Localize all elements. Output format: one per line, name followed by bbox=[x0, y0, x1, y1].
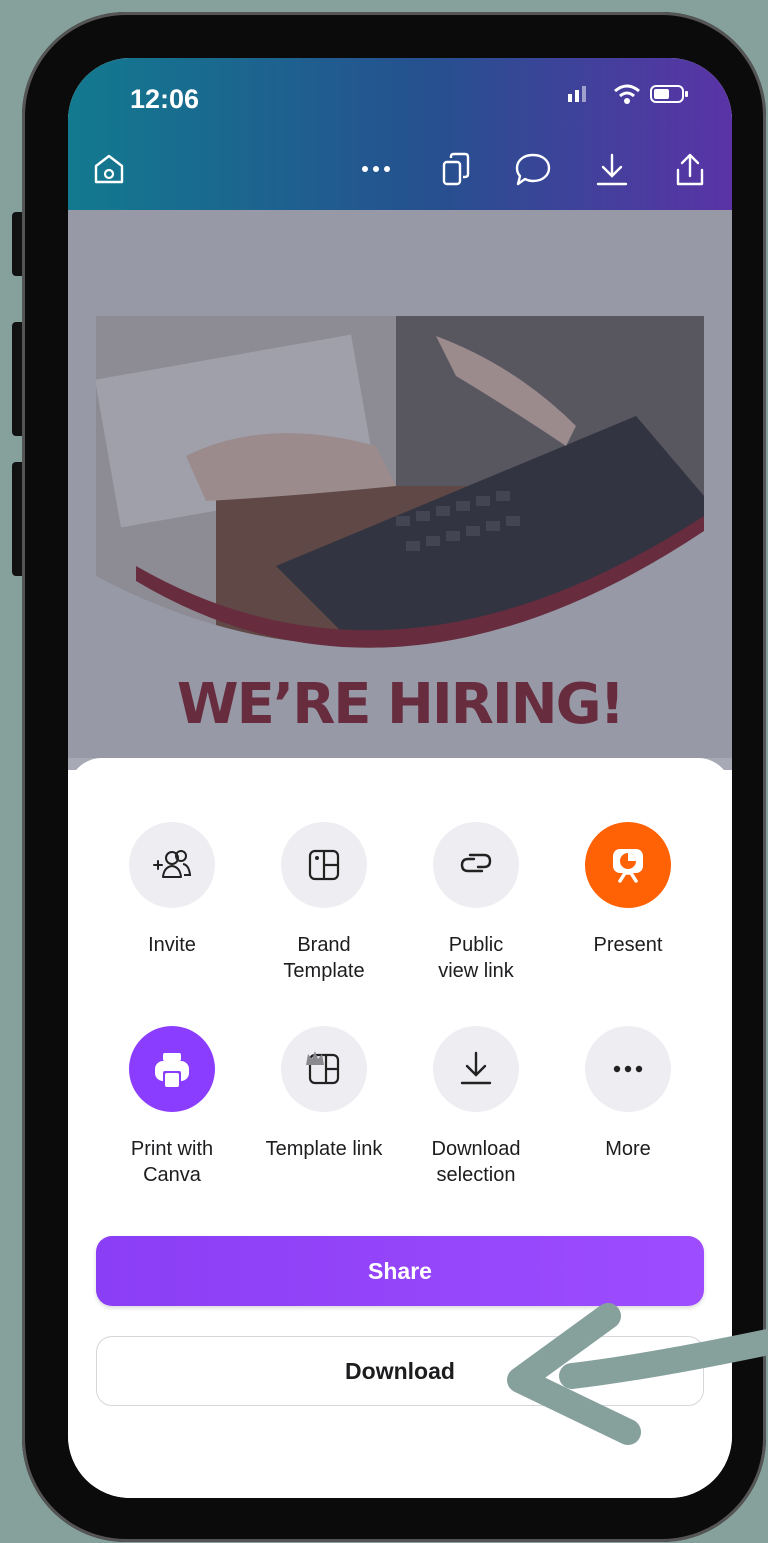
brand-template-label: Brand Template bbox=[283, 934, 365, 982]
present-icon bbox=[613, 849, 643, 883]
share-sheet: Invite Brand Template Public view link P… bbox=[68, 758, 732, 1498]
link-icon bbox=[460, 853, 492, 873]
home-icon[interactable] bbox=[92, 152, 126, 186]
print-with-canva-label: Print with Canva bbox=[130, 1138, 214, 1186]
app-toolbar: 12:06 bbox=[68, 58, 732, 210]
wifi-icon bbox=[614, 84, 640, 104]
print-with-canva-option[interactable]: Print with Canva bbox=[96, 1026, 248, 1188]
status-time: 12:06 bbox=[130, 84, 200, 114]
brand-template-option[interactable]: Brand Template bbox=[248, 822, 400, 984]
invite-icon bbox=[153, 850, 192, 878]
battery-icon bbox=[650, 85, 688, 103]
public-view-link-label: Public view link bbox=[438, 934, 514, 982]
present-option[interactable]: Present bbox=[552, 822, 704, 958]
download-icon bbox=[460, 1051, 492, 1085]
crown-icon bbox=[306, 1051, 324, 1065]
template-link-option[interactable]: Template link bbox=[248, 1026, 400, 1162]
brand-template-icon bbox=[308, 849, 340, 881]
phone-screen: 12:06 WE’RE HIRING! Invite Brand Templat… bbox=[68, 58, 732, 1498]
more-option[interactable]: More bbox=[552, 1026, 704, 1162]
share-button[interactable]: Share bbox=[96, 1236, 704, 1306]
printer-icon bbox=[155, 1053, 189, 1087]
pages-icon[interactable] bbox=[440, 152, 474, 188]
invite-option[interactable]: Invite bbox=[96, 822, 248, 958]
invite-label: Invite bbox=[148, 934, 196, 956]
modal-overlay[interactable] bbox=[68, 210, 732, 770]
more-icon bbox=[613, 1065, 643, 1073]
download-button[interactable]: Download bbox=[96, 1336, 704, 1406]
template-link-label: Template link bbox=[265, 1138, 383, 1160]
download-selection-option[interactable]: Download selection bbox=[400, 1026, 552, 1188]
comment-icon[interactable] bbox=[514, 152, 552, 188]
more-label: More bbox=[605, 1138, 651, 1160]
more-icon[interactable] bbox=[358, 152, 394, 186]
signal-icon bbox=[568, 86, 586, 102]
download-selection-label: Download selection bbox=[431, 1138, 521, 1186]
present-label: Present bbox=[593, 934, 663, 956]
download-icon[interactable] bbox=[594, 152, 630, 188]
share-icon[interactable] bbox=[672, 152, 708, 188]
public-view-link-option[interactable]: Public view link bbox=[400, 822, 552, 984]
